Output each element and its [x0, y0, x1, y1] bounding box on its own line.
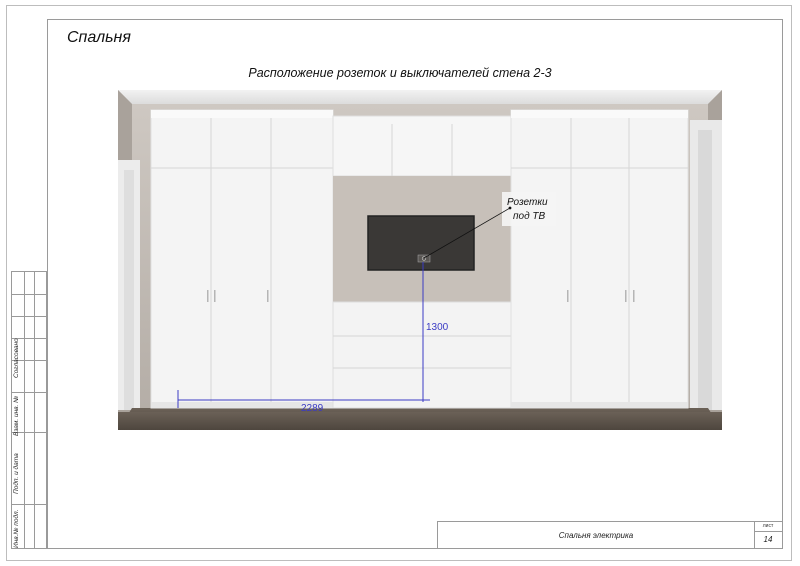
width-dimension-label: 2289: [301, 403, 324, 414]
outlet-label-line1: Розетки: [507, 197, 548, 208]
wall-render: 1300 2289 Розетки под ТВ: [118, 90, 722, 430]
tv-outlet: [417, 254, 431, 263]
title-block: Спальня электрика лист 14: [437, 521, 783, 549]
stamp-inv-original: Инв.№ подл.: [13, 509, 20, 548]
drawing-title: Расположение розеток и выключателей стен…: [248, 66, 552, 80]
stamp-agreed: Согласовано: [13, 338, 20, 378]
stamp-sign-date: Подп. и дата: [13, 453, 20, 494]
ceiling: [118, 90, 722, 104]
height-dimension-label: 1300: [426, 322, 449, 333]
stamp-replaced-inv: Взам. инв. №: [13, 395, 20, 436]
room-title: Спальня: [67, 29, 131, 46]
outlet-label-line2: под ТВ: [513, 211, 545, 222]
right-wardrobe: [510, 109, 689, 409]
center-unit: [332, 115, 512, 409]
title-block-name: Спальня электрика: [438, 522, 755, 548]
left-wardrobe: [150, 109, 334, 409]
title-block-sheet-number: 14: [763, 535, 773, 544]
